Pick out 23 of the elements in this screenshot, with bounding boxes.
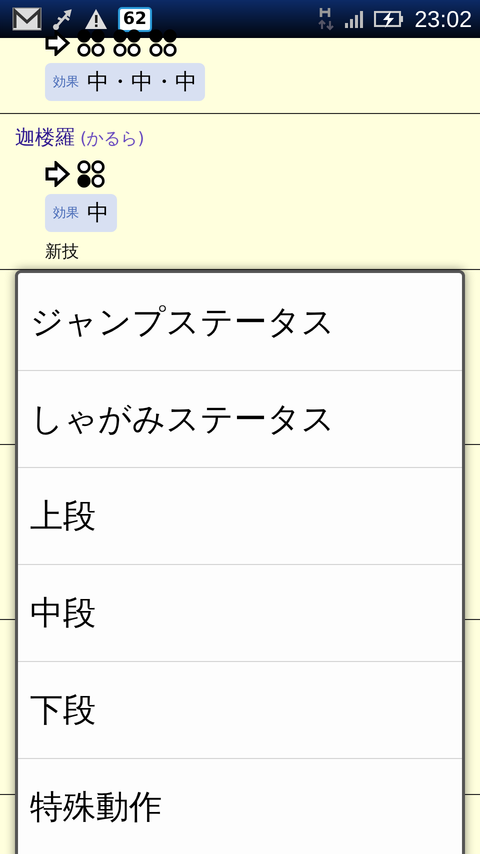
menu-item[interactable]: ジャンプステータス [18,274,462,371]
effect-value: 中・中・中 [87,69,197,97]
move-name: 迦楼羅 [15,125,75,149]
move-note: 新技 [45,241,79,263]
menu-item[interactable]: しゃがみステータス [18,371,462,468]
mail-icon [12,6,42,32]
clock: 23:02 [414,6,472,32]
warning-icon [84,8,108,30]
forward-arrow-icon [45,30,71,56]
menu-item[interactable]: 特殊動作 [18,759,462,854]
signal-icon [344,9,364,29]
data-network-icon [318,7,334,31]
menu-item[interactable]: 上段 [18,468,462,565]
menu-item[interactable]: 下段 [18,662,462,759]
usb-icon [52,7,74,31]
effect-value: 中 [87,200,109,228]
effect-label: 効果 [53,205,79,222]
effect-label: 効果 [53,74,79,91]
forward-arrow-icon [45,161,71,187]
notification-badge: 62 [118,6,152,32]
move-reading: (かるら) [80,129,144,149]
battery-charging-icon [374,9,404,29]
menu-item[interactable]: 中段 [18,565,462,662]
